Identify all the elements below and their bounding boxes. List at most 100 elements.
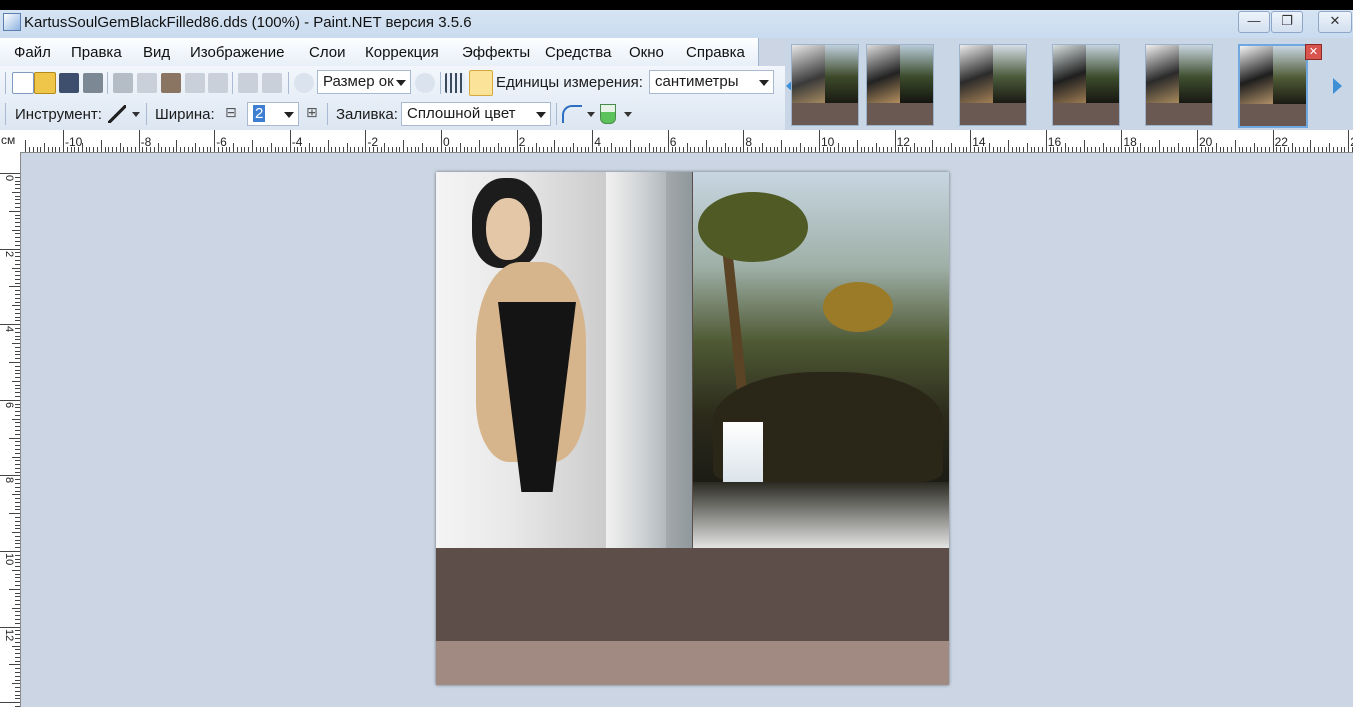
ruler-minor-tick	[437, 147, 439, 152]
ruler-minor-tick	[12, 532, 20, 534]
ruler-minor-tick	[1011, 147, 1013, 152]
close-tab-button[interactable]: ✕	[1305, 44, 1322, 60]
scroll-right-arrow-icon[interactable]	[1333, 78, 1342, 94]
ruler-minor-tick	[206, 147, 208, 152]
ruler-minor-tick	[641, 147, 643, 152]
fill-combo[interactable]: Сплошной цвет	[401, 102, 551, 126]
crop-to-selection-icon[interactable]	[185, 73, 205, 93]
units-value: сантиметры	[655, 73, 739, 90]
chevron-down-icon[interactable]	[132, 112, 140, 117]
new-image-icon[interactable]	[12, 72, 34, 94]
image-tab-thumbnail-active[interactable]	[1238, 44, 1308, 128]
ruler-minor-tick	[15, 180, 20, 182]
ruler-minor-tick	[15, 256, 20, 258]
ruler-minor-tick	[928, 147, 930, 152]
ruler-minor-tick	[1253, 143, 1255, 152]
menu-file[interactable]: Файл	[14, 44, 51, 61]
ruler-tick	[1310, 140, 1312, 152]
ruler-label: 0	[443, 135, 450, 149]
ruler-minor-tick	[15, 539, 20, 541]
menu-edit[interactable]: Правка	[71, 44, 122, 61]
paintbrush-icon[interactable]	[108, 105, 126, 123]
menu-adjustments[interactable]: Коррекция	[365, 44, 439, 61]
ruler-minor-tick	[15, 603, 20, 605]
ruler-minor-tick	[15, 482, 20, 484]
units-combo[interactable]: сантиметры	[649, 70, 774, 94]
deselect-icon[interactable]	[208, 73, 228, 93]
ruler-minor-tick	[12, 305, 20, 307]
image-tab-thumbnail[interactable]	[1052, 44, 1120, 126]
rulers-toggle-icon[interactable]	[469, 70, 493, 96]
ruler-minor-tick	[15, 690, 20, 692]
zoom-combo[interactable]: Размер ок	[317, 70, 411, 94]
print-icon[interactable]	[83, 73, 103, 93]
ruler-minor-tick	[1000, 147, 1002, 152]
width-combo[interactable]: 2	[247, 102, 299, 126]
menu-image[interactable]: Изображение	[190, 44, 285, 61]
ruler-minor-tick	[15, 634, 20, 636]
save-icon[interactable]	[59, 73, 79, 93]
ruler-minor-tick	[15, 668, 20, 670]
minimize-button[interactable]: —	[1238, 11, 1270, 33]
ruler-label: 2	[518, 135, 526, 149]
ruler-minor-tick	[183, 147, 185, 152]
ruler-minor-tick	[15, 694, 20, 696]
ruler-minor-tick	[1215, 143, 1217, 152]
ruler-tick	[1234, 140, 1236, 152]
ruler-minor-tick	[15, 309, 20, 311]
redo-icon[interactable]	[262, 73, 282, 93]
open-folder-icon[interactable]	[34, 72, 56, 94]
ruler-minor-tick	[15, 445, 20, 447]
ruler-minor-tick	[338, 147, 340, 152]
menu-window[interactable]: Окно	[629, 44, 664, 61]
menu-layers[interactable]: Слои	[309, 44, 345, 61]
chevron-down-icon[interactable]	[624, 112, 632, 117]
image-tab-thumbnail[interactable]	[1145, 44, 1213, 126]
zoom-in-icon[interactable]	[415, 73, 435, 93]
image-tab-thumbnail[interactable]	[791, 44, 859, 126]
ruler-label: -10	[65, 135, 83, 149]
ruler-tick	[0, 626, 20, 628]
paintnet-app-icon[interactable]	[3, 13, 21, 31]
undo-icon[interactable]	[238, 73, 258, 93]
ruler-minor-tick	[244, 147, 246, 152]
image-tab-thumbnail[interactable]	[866, 44, 934, 126]
increase-width-icon[interactable]: ⊞	[306, 104, 318, 121]
menu-effects[interactable]: Эффекты	[462, 44, 530, 61]
ruler-minor-tick	[15, 188, 20, 190]
ruler-minor-tick	[308, 143, 310, 152]
ruler-minor-tick	[263, 147, 265, 152]
ruler-minor-tick	[15, 203, 20, 205]
toolbar-separator	[440, 72, 441, 94]
ruler-tick	[365, 130, 367, 152]
zoom-out-icon[interactable]	[294, 73, 314, 93]
menu-utilities[interactable]: Средства	[545, 44, 611, 61]
decrease-width-icon[interactable]: ⊟	[225, 104, 237, 121]
image-canvas[interactable]	[436, 172, 949, 685]
chevron-down-icon	[536, 112, 546, 118]
ruler-minor-tick	[803, 147, 805, 152]
ruler-minor-tick	[115, 147, 117, 152]
menu-view[interactable]: Вид	[143, 44, 170, 61]
light-brown-band	[436, 641, 949, 685]
antialiasing-icon[interactable]	[562, 105, 582, 123]
grid-icon[interactable]	[445, 73, 465, 93]
ruler-minor-tick	[1076, 147, 1078, 152]
title-bar: KartusSoulGemBlackFilled86.dds (100%) - …	[0, 0, 1353, 38]
ruler-minor-tick	[698, 147, 700, 152]
cut-icon[interactable]	[113, 73, 133, 93]
close-button[interactable]: ✕	[1318, 11, 1352, 33]
copy-icon[interactable]	[137, 73, 157, 93]
alpha-blending-icon[interactable]	[600, 104, 616, 124]
menu-help[interactable]: Справка	[686, 44, 745, 61]
ruler-tick	[1197, 130, 1198, 152]
ruler-tick	[100, 140, 102, 152]
ruler-minor-tick	[807, 147, 809, 152]
image-tab-thumbnail[interactable]	[959, 44, 1027, 126]
ruler-minor-tick	[1106, 147, 1108, 152]
maximize-button[interactable]: ❐	[1271, 11, 1303, 33]
ruler-minor-tick	[656, 147, 658, 152]
ruler-minor-tick	[955, 147, 957, 152]
paste-icon[interactable]	[161, 73, 181, 93]
chevron-down-icon[interactable]	[587, 112, 595, 117]
